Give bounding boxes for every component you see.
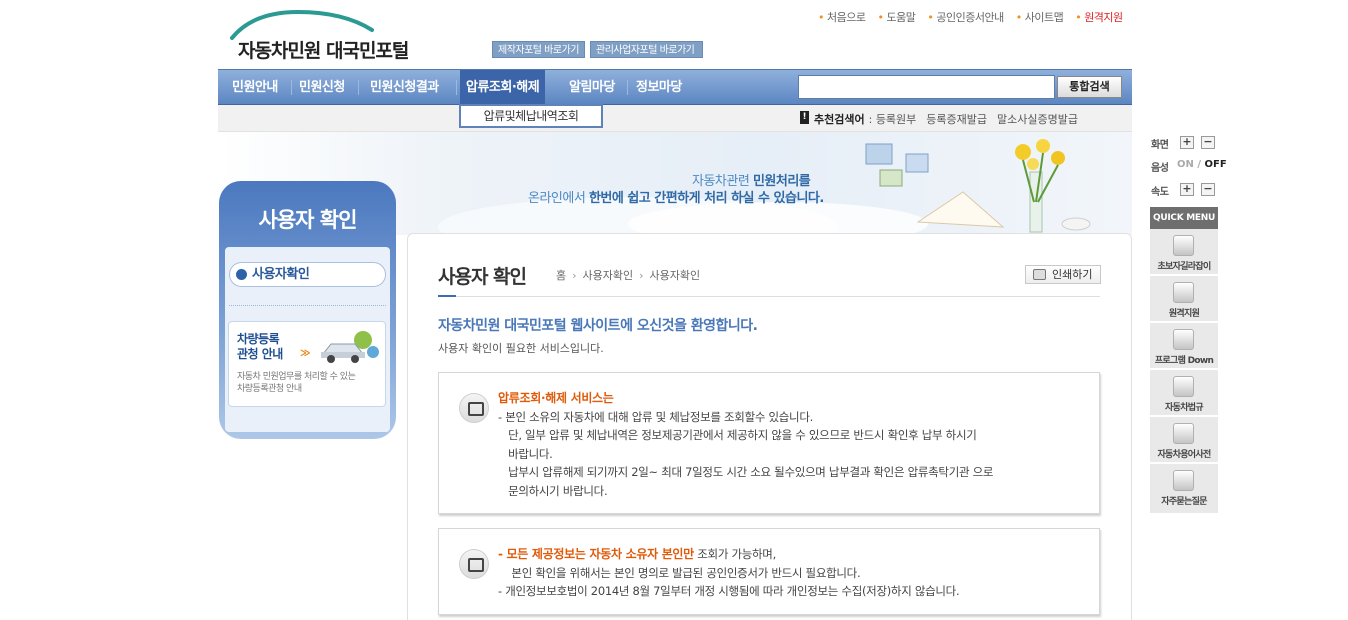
quick-item-label: 프로그램 Down bbox=[1154, 356, 1214, 366]
keyword-link[interactable]: : 등록원부 bbox=[869, 111, 917, 127]
notice-box: - 모든 제공정보는 자동차 소유자 본인만 조회가 가능하며, 본인 확인을 … bbox=[438, 528, 1100, 615]
sitemap-link[interactable]: • 사이트맵 bbox=[1010, 9, 1069, 24]
sidebar-item-user-verify[interactable]: 사용자확인 bbox=[229, 262, 386, 287]
chevron-right-icon: › bbox=[639, 268, 644, 282]
title-rule bbox=[456, 296, 1100, 297]
keyword-link[interactable]: 말소사실증명발급 bbox=[997, 111, 1078, 127]
nav-civil-guide[interactable]: 민원안내 bbox=[232, 70, 278, 105]
nav-separator bbox=[456, 80, 457, 95]
breadcrumb-home[interactable]: 홈 bbox=[556, 267, 566, 283]
site-logo[interactable]: 자동차민원 대국민포털 bbox=[228, 8, 418, 64]
wrench-icon bbox=[1173, 423, 1194, 444]
quick-item-label: 자동차법규 bbox=[1165, 403, 1204, 413]
quick-faq[interactable]: 자주묻는질문 bbox=[1150, 464, 1218, 514]
breadcrumb: 홈 › 사용자확인 › 사용자확인 bbox=[556, 267, 700, 283]
zoom-out-button[interactable]: − bbox=[1201, 136, 1215, 149]
voice-toggle[interactable]: ON / OFF bbox=[1177, 159, 1227, 170]
tools-icon bbox=[1173, 282, 1194, 303]
keyword-link[interactable]: 등록증재발급 bbox=[926, 111, 987, 127]
quick-vehicle-law[interactable]: 자동차법규 bbox=[1150, 370, 1218, 416]
sidebar-item-label: 사용자확인 bbox=[252, 267, 310, 282]
quick-beginner-guide[interactable]: 초보자길라잡이 bbox=[1150, 229, 1218, 275]
quick-item-label: 자주묻는질문 bbox=[1161, 497, 1207, 507]
sidebar-divider bbox=[229, 305, 386, 306]
breadcrumb-item[interactable]: 사용자확인 bbox=[583, 267, 634, 283]
sidebar: 사용자 확인 사용자확인 차량등록 관청 안내 ≫ 자동차 민원업무를 처리할 … bbox=[219, 181, 396, 439]
nav-separator bbox=[291, 80, 292, 95]
print-label: 인쇄하기 bbox=[1052, 268, 1093, 281]
notice-text: - 모든 제공정보는 자동차 소유자 본인만 조회가 가능하며, 본인 확인을 … bbox=[498, 545, 960, 601]
quick-item-label: 원격지원 bbox=[1168, 309, 1200, 319]
title-accent bbox=[438, 295, 456, 297]
notice-body-text: 본인 확인을 위해서는 본인 명의로 발급된 공인인증서가 반드시 필요합니다.… bbox=[498, 565, 960, 599]
notice-heading: 압류조회·해제 서비스는 bbox=[498, 391, 614, 405]
speed-down-button[interactable]: − bbox=[1201, 183, 1215, 196]
nav-info[interactable]: 정보마당 bbox=[636, 70, 682, 105]
document-icon bbox=[1173, 235, 1194, 256]
voice-control: 음성 ON / OFF bbox=[1151, 159, 1227, 174]
home-link[interactable]: • 처음으로 bbox=[812, 9, 871, 24]
logo-text: 자동차민원 대국민포털 bbox=[238, 40, 409, 62]
speed-control: 속도 + − bbox=[1151, 183, 1219, 198]
quick-item-label: 자동차용어사전 bbox=[1157, 450, 1211, 460]
notice-text: 압류조회·해제 서비스는 - 본인 소유의 자동차에 대해 압류 및 체납정보를… bbox=[498, 389, 993, 500]
certificate-guide-link[interactable]: • 공인인증서안내 bbox=[921, 9, 1009, 24]
question-doc-icon bbox=[1173, 470, 1194, 491]
main-nav: 민원안내 민원신청 민원신청결과 압류조회·해제 알림마당 정보마당 통합검색 bbox=[218, 69, 1132, 105]
monitor-icon bbox=[1173, 329, 1194, 350]
quick-remote-support[interactable]: 원격지원 bbox=[1150, 276, 1218, 322]
screen-label: 화면 bbox=[1151, 140, 1169, 151]
double-arrow-icon: ≫ bbox=[300, 348, 311, 359]
banner-line-2: 온라인에서 한번에 쉽고 간편하게 처리 하실 수 있습니다. bbox=[528, 191, 824, 206]
nav-civil-apply[interactable]: 민원신청 bbox=[299, 70, 345, 105]
memo-pencil-icon bbox=[459, 393, 489, 423]
notice-body-text: - 본인 소유의 자동차에 대해 압류 및 체납정보를 조회할수 있습니다. 단… bbox=[498, 409, 994, 498]
nav-apply-result[interactable]: 민원신청결과 bbox=[370, 70, 439, 105]
printer-icon bbox=[1033, 269, 1046, 280]
notice-box: 압류조회·해제 서비스는 - 본인 소유의 자동차에 대해 압류 및 체납정보를… bbox=[438, 372, 1100, 514]
registration-office-promo[interactable]: 차량등록 관청 안내 ≫ 자동차 민원업무를 처리할 수 있는 차량등록관청 안… bbox=[228, 321, 386, 407]
speed-up-button[interactable]: + bbox=[1180, 183, 1194, 196]
business-portal-button[interactable]: 관리사업자포털 바로가기 bbox=[590, 41, 703, 58]
utility-links: • 처음으로 • 도움말 • 공인인증서안내 • 사이트맵 • 원격지원 bbox=[812, 9, 1129, 24]
sidebar-body: 사용자확인 차량등록 관청 안내 ≫ 자동차 민원업무를 처리할 수 있는 차량… bbox=[225, 247, 390, 432]
welcome-subtext: 사용자 확인이 필요한 서비스입니다. bbox=[438, 342, 604, 355]
chevron-right-icon: › bbox=[572, 268, 577, 282]
nav-separator bbox=[627, 80, 628, 95]
promo-title: 차량등록 관청 안내 bbox=[237, 332, 283, 361]
remote-support-link[interactable]: • 원격지원 bbox=[1069, 9, 1128, 24]
print-button[interactable]: 인쇄하기 bbox=[1025, 265, 1101, 284]
notice-heading-tail: 조회가 가능하며, bbox=[693, 547, 776, 561]
search-input[interactable] bbox=[798, 75, 1055, 99]
recommend-label: 추천검색어 bbox=[814, 113, 865, 126]
welcome-heading: 자동차민원 대국민포털 웹사이트에 오신것을 환영합니다. bbox=[438, 318, 758, 334]
nav-separator bbox=[358, 80, 359, 95]
recommended-keywords: ! 추천검색어 : 등록원부 등록증재발급 말소사실증명발급 bbox=[800, 111, 1088, 127]
exclamation-icon: ! bbox=[800, 111, 809, 124]
bullet-icon bbox=[236, 269, 247, 280]
quick-item-label: 초보자길라잡이 bbox=[1157, 262, 1211, 272]
nav-notices[interactable]: 알림마당 bbox=[569, 70, 615, 105]
page-title: 사용자 확인 bbox=[438, 266, 527, 288]
voice-label: 음성 bbox=[1151, 163, 1169, 174]
promo-description: 자동차 민원업무를 처리할 수 있는 차량등록관청 안내 bbox=[237, 372, 356, 394]
breadcrumb-current: 사용자확인 bbox=[649, 269, 701, 282]
help-link[interactable]: • 도움말 bbox=[871, 9, 921, 24]
car-icon bbox=[1173, 376, 1194, 397]
sidebar-title: 사용자 확인 bbox=[258, 208, 358, 232]
submenu-seizure-arrears[interactable]: 압류및체납내역조회 bbox=[459, 104, 603, 128]
quick-menu-title: QUICK MENU bbox=[1150, 207, 1218, 229]
maker-portal-button[interactable]: 제작자포털 바로가기 bbox=[492, 41, 585, 58]
search-button[interactable]: 통합검색 bbox=[1057, 76, 1122, 98]
nav-seizure-lookup[interactable]: 압류조회·해제 bbox=[460, 70, 546, 105]
speed-label: 속도 bbox=[1151, 187, 1169, 198]
memo-pencil-icon bbox=[459, 549, 489, 579]
zoom-in-button[interactable]: + bbox=[1180, 136, 1194, 149]
quick-program-download[interactable]: 프로그램 Down bbox=[1150, 323, 1218, 369]
car-gear-icon bbox=[321, 331, 379, 363]
notice-heading: - 모든 제공정보는 자동차 소유자 본인만 bbox=[498, 547, 694, 561]
quick-glossary[interactable]: 자동차용어사전 bbox=[1150, 417, 1218, 463]
screen-zoom-control: 화면 + − bbox=[1151, 136, 1219, 151]
